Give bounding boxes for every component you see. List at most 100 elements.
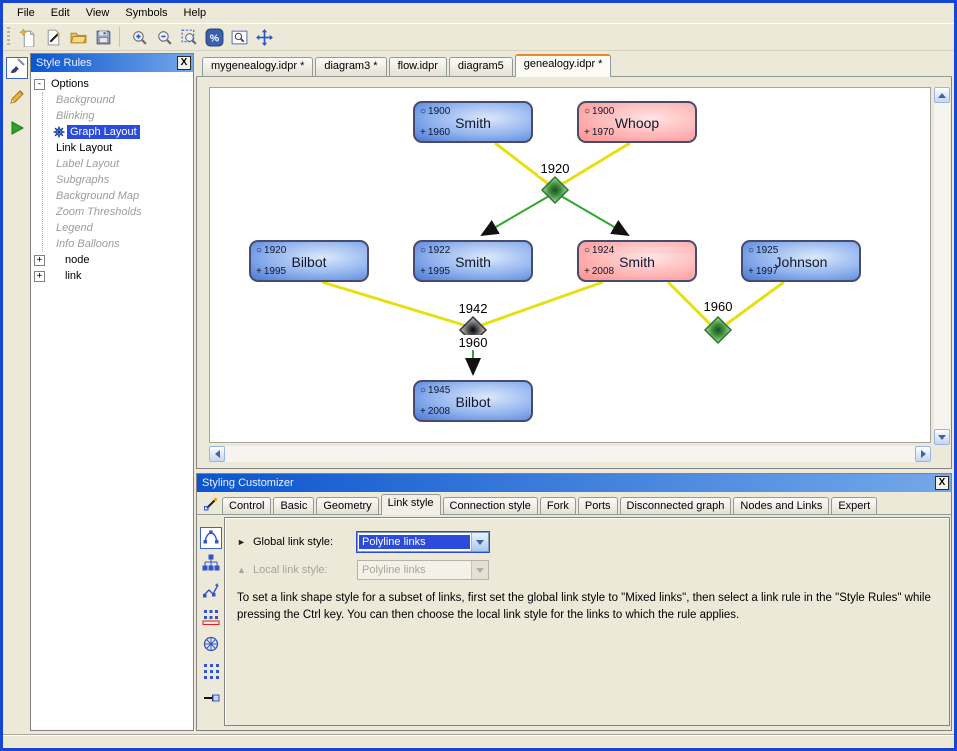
scroll-up-button[interactable] xyxy=(934,87,950,103)
tab-control[interactable]: Control xyxy=(222,497,271,514)
dropdown-button[interactable] xyxy=(471,533,488,551)
global-link-style-select[interactable]: Polyline links xyxy=(357,532,489,552)
zoom-fit-button[interactable] xyxy=(177,25,202,50)
styling-customizer-title-bar[interactable]: Styling Customizer X xyxy=(197,474,951,492)
person-node-smith-1924[interactable]: ○1924 Smith +2008 xyxy=(577,240,697,282)
tab-fork[interactable]: Fork xyxy=(540,497,576,514)
collapse-icon[interactable]: - xyxy=(34,79,45,90)
expand-icon[interactable]: + xyxy=(34,271,45,282)
tree-item-subgraphs[interactable]: Subgraphs xyxy=(53,172,192,188)
wand-tool-icon[interactable] xyxy=(200,494,222,514)
tree-item-legend[interactable]: Legend xyxy=(53,220,192,236)
tree-item-label[interactable]: Link Layout xyxy=(53,141,115,155)
run-button[interactable] xyxy=(6,119,28,141)
menu-edit[interactable]: Edit xyxy=(43,4,78,22)
tab-expert[interactable]: Expert xyxy=(831,497,877,514)
link-layout-button[interactable] xyxy=(200,581,222,603)
style-brush-button[interactable] xyxy=(6,57,28,79)
tree-layout-button[interactable] xyxy=(200,554,222,576)
person-node-bilbot-1945[interactable]: ○1945 Bilbot +2008 xyxy=(413,380,533,422)
tree-item-label[interactable]: Options xyxy=(48,77,92,91)
tree-item-label[interactable]: Legend xyxy=(53,221,96,235)
horizontal-scrollbar[interactable] xyxy=(209,446,931,462)
tree-item-options[interactable]: - Options xyxy=(34,76,192,92)
menu-symbols[interactable]: Symbols xyxy=(117,4,175,22)
open-button[interactable] xyxy=(66,25,91,50)
tree-item-label[interactable]: Background xyxy=(53,93,118,107)
tree-item-label[interactable]: Label Layout xyxy=(53,157,122,171)
circular-layout-button[interactable] xyxy=(200,635,222,657)
tree-item-label[interactable]: Subgraphs xyxy=(53,173,112,187)
tree-item-label[interactable]: Blinking xyxy=(53,109,98,123)
person-node-bilbot-1920[interactable]: ○1920 Bilbot +1995 xyxy=(249,240,369,282)
tree-item-node[interactable]: + node xyxy=(34,252,192,268)
menu-file[interactable]: File xyxy=(9,4,43,22)
new-wizard-button[interactable] xyxy=(41,25,66,50)
tab-diagram5[interactable]: diagram5 xyxy=(449,57,513,76)
overview-button[interactable] xyxy=(227,25,252,50)
grid-layout-button[interactable] xyxy=(200,608,222,630)
overview-icon xyxy=(230,28,249,47)
save-button[interactable] xyxy=(91,25,116,50)
tree-item-blinking[interactable]: Blinking xyxy=(53,108,192,124)
person-node-johnson-1925[interactable]: ○1925 Johnson +1997 xyxy=(741,240,861,282)
zoom-in-button[interactable] xyxy=(127,25,152,50)
expander-icon[interactable]: ► xyxy=(237,537,253,547)
scroll-left-button[interactable] xyxy=(209,446,225,462)
tree-item-label[interactable]: Background Map xyxy=(53,189,142,203)
zoom-out-button[interactable] xyxy=(152,25,177,50)
tab-genealogy[interactable]: genealogy.idpr * xyxy=(515,54,612,77)
person-node-whoop-1900[interactable]: ○1900 Whoop +1970 xyxy=(577,101,697,143)
scroll-down-button[interactable] xyxy=(934,429,950,445)
vertical-scrollbar[interactable] xyxy=(934,87,950,445)
pan-button[interactable] xyxy=(252,25,277,50)
tab-connection-style[interactable]: Connection style xyxy=(443,497,538,514)
tree-item-label[interactable]: Graph Layout xyxy=(67,125,140,139)
local-link-style-row: ▲ Local link style: Polyline links xyxy=(237,560,937,580)
tab-disconnected-graph[interactable]: Disconnected graph xyxy=(620,497,732,514)
tab-flow[interactable]: flow.idpr xyxy=(389,57,447,76)
options-children: Background Blinking Graph Layout Link La… xyxy=(42,92,192,252)
zoom-percent-button[interactable]: % xyxy=(202,25,227,50)
global-link-style-value: Polyline links xyxy=(359,535,470,549)
random-layout-button[interactable] xyxy=(200,662,222,684)
close-icon[interactable]: X xyxy=(935,476,949,490)
tree-item-info-balloons[interactable]: Info Balloons xyxy=(53,236,192,252)
route-link-button[interactable] xyxy=(200,689,222,711)
tree-item-label[interactable]: Info Balloons xyxy=(53,237,123,251)
tree-item-label[interactable]: Zoom Thresholds xyxy=(53,205,145,219)
tree-item-link[interactable]: + link xyxy=(34,268,192,284)
child-links[interactable] xyxy=(473,196,628,374)
scroll-right-button[interactable] xyxy=(915,446,931,462)
menu-help[interactable]: Help xyxy=(176,4,215,22)
tree-item-background[interactable]: Background xyxy=(53,92,192,108)
expand-icon[interactable]: + xyxy=(34,255,45,266)
tree-item-label-layout[interactable]: Label Layout xyxy=(53,156,192,172)
tree-item-zoom-thresholds[interactable]: Zoom Thresholds xyxy=(53,204,192,220)
diagram-canvas[interactable]: ○1900 Smith +1960 ○1900 Whoop +1970 ○192… xyxy=(209,87,931,443)
style-rules-title-bar[interactable]: Style Rules X xyxy=(31,54,193,72)
tree-item-link-layout[interactable]: Link Layout xyxy=(53,140,192,156)
person-node-smith-1900[interactable]: ○1900 Smith +1960 xyxy=(413,101,533,143)
spline-layout-button[interactable] xyxy=(200,527,222,549)
tab-link-style[interactable]: Link style xyxy=(381,494,441,515)
tree-item-label[interactable]: node xyxy=(62,253,92,267)
tab-basic[interactable]: Basic xyxy=(273,497,314,514)
died-year: 2008 xyxy=(428,406,450,417)
menu-view[interactable]: View xyxy=(78,4,118,22)
tree-item-background-map[interactable]: Background Map xyxy=(53,188,192,204)
tree-item-graph-layout[interactable]: Graph Layout xyxy=(53,124,192,140)
edit-pencil-button[interactable] xyxy=(6,88,28,110)
close-icon[interactable]: X xyxy=(177,56,191,70)
new-document-button[interactable] xyxy=(16,25,41,50)
link-style-tab-content: ► Global link style: Polyline links ▲ Lo… xyxy=(224,517,950,726)
tab-nodes-and-links[interactable]: Nodes and Links xyxy=(733,497,829,514)
tab-diagram3[interactable]: diagram3 * xyxy=(315,57,386,76)
expander-icon: ▲ xyxy=(237,565,253,575)
person-node-smith-1922[interactable]: ○1922 Smith +1995 xyxy=(413,240,533,282)
tree-item-label[interactable]: link xyxy=(62,269,85,283)
tab-geometry[interactable]: Geometry xyxy=(316,497,378,514)
tab-mygenealogy[interactable]: mygenealogy.idpr * xyxy=(202,57,313,76)
toolbar-grip[interactable] xyxy=(6,27,12,47)
tab-ports[interactable]: Ports xyxy=(578,497,618,514)
